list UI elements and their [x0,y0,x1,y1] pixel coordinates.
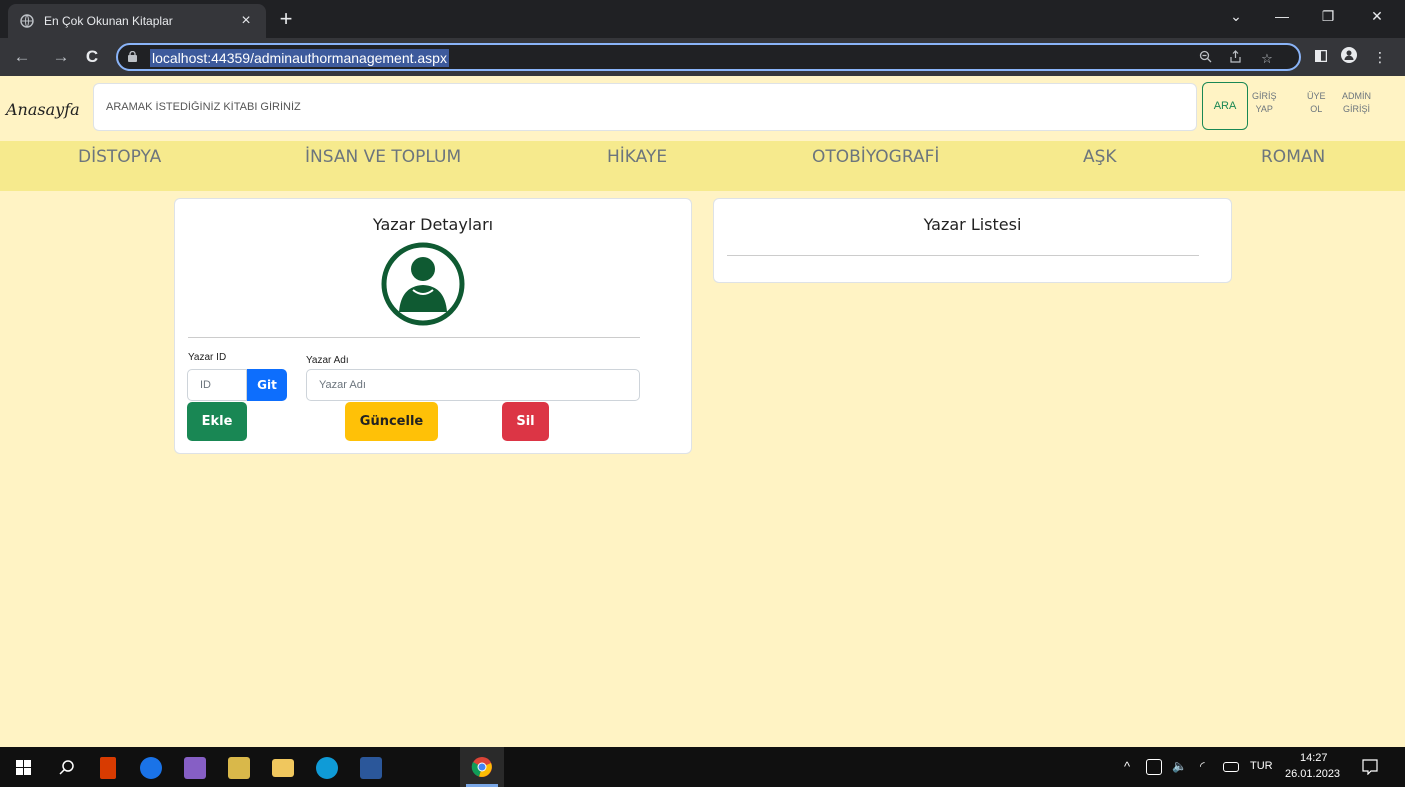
site-header: Anasayfa ARA GİRİŞ YAP ÜYE OL ADMİN GİRİ… [0,76,1405,141]
back-button[interactable]: ← [11,46,33,68]
login-link-line1: GİRİŞ [1252,91,1277,101]
add-button[interactable]: Ekle [187,402,247,441]
notification-icon[interactable] [1362,759,1378,775]
signup-link[interactable]: ÜYE OL [1307,90,1326,116]
network-icon[interactable]: ◜ [1200,759,1205,773]
bookmark-star-icon[interactable]: ☆ [1258,50,1276,68]
language-indicator[interactable]: TUR [1250,760,1273,772]
tray-app-icon[interactable] [1146,759,1162,775]
edge-icon[interactable] [316,757,338,779]
minimize-button[interactable]: — [1259,0,1305,32]
author-details-card: Yazar Detayları Yazar ID Git Yazar Adı E… [174,198,692,454]
author-details-title: Yazar Detayları [372,215,494,234]
admin-link-line1: ADMİN [1342,91,1371,101]
author-list-card: Yazar Listesi [713,198,1232,283]
new-tab-button[interactable]: + [272,6,300,34]
category-hikaye[interactable]: HİKAYE [607,147,667,167]
login-link-line2: YAP [1255,104,1273,114]
lock-icon [128,51,137,62]
battery-icon[interactable] [1223,762,1239,772]
tab-close-icon[interactable]: × [236,12,256,30]
category-nav: DİSTOPYA İNSAN VE TOPLUM HİKAYE OTOBİYOG… [0,141,1405,191]
signup-link-line1: ÜYE [1307,91,1326,101]
restore-button[interactable]: ❐ [1305,0,1351,32]
chrome-icon [471,757,492,777]
category-roman[interactable]: ROMAN [1261,147,1325,167]
file-explorer-icon[interactable] [272,759,294,777]
search-icon[interactable] [59,759,75,775]
author-name-input[interactable] [306,369,640,401]
tray-chevron-icon[interactable]: ^ [1124,759,1130,774]
word-icon[interactable] [360,757,382,779]
chrome-taskbar-slot[interactable] [460,747,504,787]
signup-link-line2: OL [1310,104,1323,114]
url-text[interactable]: localhost:44359/adminauthormanagement.as… [150,49,449,67]
paint-icon[interactable] [228,757,250,779]
os-taskbar: ^ 🔈 ◜ TUR 14:27 26.01.2023 [0,747,1405,787]
category-distopya[interactable]: DİSTOPYA [78,147,161,167]
update-button[interactable]: Güncelle [345,402,438,441]
reload-button[interactable]: C [81,46,103,68]
login-link[interactable]: GİRİŞ YAP [1252,90,1277,116]
category-insan-ve-toplum[interactable]: İNSAN VE TOPLUM [305,147,461,167]
author-id-input[interactable] [187,369,247,401]
menu-kebab-icon[interactable]: ⋮ [1370,47,1390,67]
admin-link-line2: GİRİŞİ [1342,104,1370,114]
author-id-label: Yazar ID [188,352,227,363]
omnibox[interactable]: localhost:44359/adminauthormanagement.as… [116,43,1301,71]
delete-button[interactable]: Sil [502,402,549,441]
tab-search-icon[interactable]: ⌄ [1213,0,1259,32]
office-icon[interactable] [100,757,116,779]
profile-icon[interactable] [1339,47,1359,67]
sidepanel-icon[interactable] [1311,47,1331,67]
browser-tab-bar: En Çok Okunan Kitaplar × + ⌄ — ❐ ✕ [0,0,1405,38]
clock-time[interactable]: 14:27 [1300,752,1328,764]
forward-button[interactable]: → [50,46,72,68]
go-button[interactable]: Git [247,369,287,401]
author-list-title: Yazar Listesi [923,215,1022,234]
author-name-label: Yazar Adı [306,355,349,366]
card-divider [188,337,640,338]
chrome-profile-icon[interactable] [140,757,162,779]
list-divider [727,255,1199,256]
category-otobiyografi[interactable]: OTOBİYOGRAFİ [812,147,939,167]
globe-icon [20,14,34,28]
browser-tab[interactable]: En Çok Okunan Kitaplar × [8,4,266,38]
admin-login-link[interactable]: ADMİN GİRİŞİ [1342,90,1371,116]
share-icon[interactable] [1226,50,1244,68]
browser-address-bar: ← → C localhost:44359/adminauthormanagem… [0,38,1405,76]
search-input[interactable] [93,83,1197,131]
clock-date[interactable]: 26.01.2023 [1285,768,1340,780]
visual-studio-icon[interactable] [184,757,206,779]
tab-title: En Çok Okunan Kitaplar [44,14,173,28]
brand-home-link[interactable]: Anasayfa [6,100,80,119]
author-avatar-icon [381,242,465,326]
search-button[interactable]: ARA [1202,82,1248,130]
zoom-icon[interactable] [1196,50,1214,68]
windows-start-icon[interactable] [16,760,31,775]
category-ask[interactable]: AŞK [1083,147,1117,167]
close-window-button[interactable]: ✕ [1354,0,1400,32]
volume-icon[interactable]: 🔈 [1172,759,1187,773]
